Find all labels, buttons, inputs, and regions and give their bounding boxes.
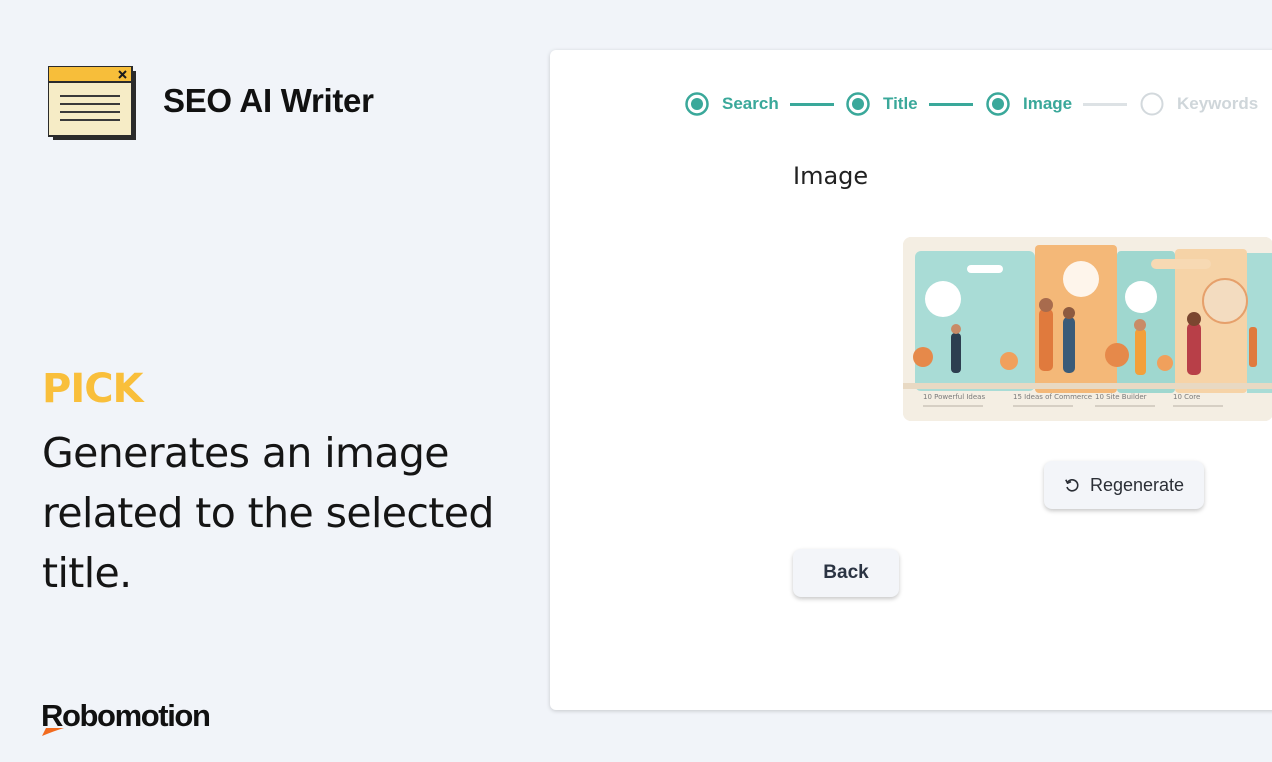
regenerate-button[interactable]: Regenerate (1044, 461, 1204, 509)
step-label: Image (1023, 94, 1073, 113)
step-search[interactable]: Search (685, 92, 779, 116)
image-caption: 10 Core (1173, 393, 1200, 401)
browser-window-icon (48, 66, 136, 140)
step-active-icon (986, 92, 1010, 116)
promo-description: Generates an image related to the select… (42, 429, 494, 597)
step-title[interactable]: Title (846, 92, 918, 116)
image-caption: 10 Site Builder (1095, 393, 1147, 401)
step-label: Search (722, 94, 779, 113)
step-connector (1083, 103, 1127, 106)
brand-swoosh-icon (42, 728, 64, 736)
step-complete-icon (846, 92, 870, 116)
image-caption: 15 Ideas of Commerce (1013, 393, 1092, 401)
back-label: Back (823, 562, 869, 583)
wizard-panel: Search Title Image Keywords Image 10 Pow… (550, 50, 1272, 710)
step-connector (790, 103, 834, 106)
back-button[interactable]: Back (793, 549, 899, 597)
step-label: Keywords (1177, 94, 1259, 113)
regenerate-label: Regenerate (1089, 474, 1185, 495)
step-pending-icon (1140, 92, 1164, 116)
section-title: Image (793, 162, 869, 190)
promo-heading: PICK (42, 366, 144, 412)
image-caption: 10 Powerful Ideas (923, 393, 985, 401)
stepper: Search Title Image Keywords (685, 92, 1272, 116)
generated-image[interactable]: 10 Powerful Ideas 15 Ideas of Commerce 1… (903, 237, 1272, 421)
step-image[interactable]: Image (986, 92, 1072, 116)
step-complete-icon (685, 92, 709, 116)
illustration-image: 10 Powerful Ideas 15 Ideas of Commerce 1… (903, 237, 1272, 421)
step-keywords[interactable]: Keywords (1140, 92, 1258, 116)
app-title: SEO AI Writer (163, 82, 374, 119)
step-label: Title (883, 94, 918, 113)
brand-logo: Robomotion (41, 698, 211, 733)
step-connector (929, 103, 973, 106)
refresh-icon (1065, 479, 1079, 492)
